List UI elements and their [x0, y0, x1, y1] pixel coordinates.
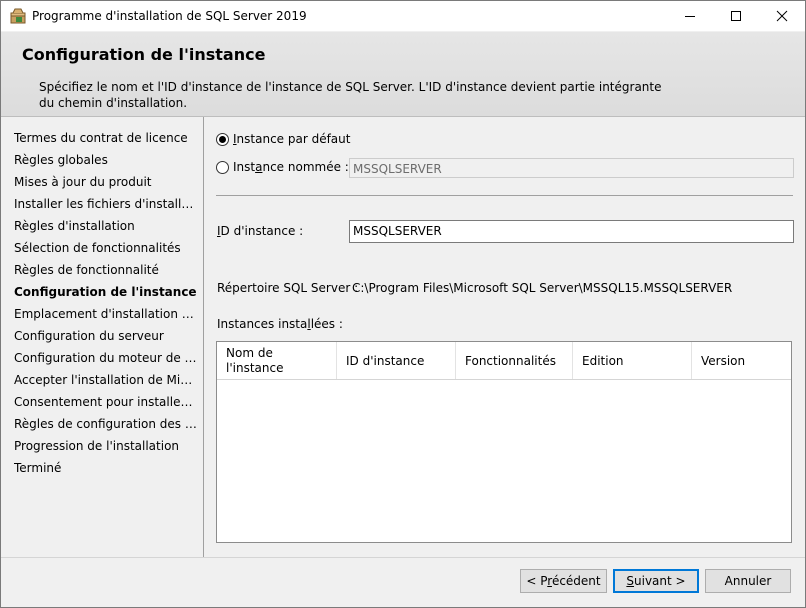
- minimize-icon: [685, 16, 695, 17]
- sidebar-item-instance-configuration[interactable]: Configuration de l'instance: [14, 285, 197, 299]
- instance-id-label: ID d'instance :: [217, 224, 303, 238]
- sidebar-item-install-progress[interactable]: Progression de l'installation: [14, 439, 197, 453]
- close-button[interactable]: [759, 1, 805, 31]
- named-instance-text-pre: Inst: [233, 160, 256, 174]
- column-header-instance-name[interactable]: Nom de l'instance: [217, 342, 337, 379]
- grid-header: Nom de l'instance ID d'instance Fonction…: [217, 342, 791, 380]
- column-header-edition-text: Edition: [582, 354, 624, 368]
- previous-text-pre: < P: [526, 574, 548, 588]
- page-header: Configuration de l'instance Spécifiez le…: [1, 32, 805, 117]
- default-instance-radio[interactable]: [216, 133, 229, 146]
- steps-sidebar: Termes du contrat de licence Règles glob…: [1, 117, 203, 557]
- installed-instances-text-rest: lées :: [310, 317, 343, 331]
- section-divider: [216, 195, 793, 196]
- next-text-rest: uivant >: [634, 574, 686, 588]
- sidebar-item-feature-selection[interactable]: Sélection de fonctionnalités: [14, 241, 197, 255]
- sidebar-item-python-consent[interactable]: Consentement pour installer Py...: [14, 395, 197, 409]
- installed-instances-grid[interactable]: Nom de l'instance ID d'instance Fonction…: [216, 341, 792, 543]
- page-description: Spécifiez le nom et l'ID d'instance de l…: [39, 80, 662, 110]
- previous-button[interactable]: < Précédent: [520, 569, 607, 593]
- close-icon: [776, 10, 788, 22]
- next-button[interactable]: Suivant >: [613, 569, 699, 593]
- column-header-version-text: Version: [701, 354, 746, 368]
- default-instance-text: nstance par défaut: [236, 132, 351, 146]
- column-header-features-text: Fonctionnalités: [465, 354, 556, 368]
- sidebar-item-product-updates[interactable]: Mises à jour du produit: [14, 175, 197, 189]
- named-instance-label[interactable]: Instance nommée :: [233, 160, 349, 174]
- column-header-instance-name-line1: Nom de: [226, 346, 273, 360]
- previous-text-rest: écédent: [551, 574, 601, 588]
- sidebar-item-install-rules[interactable]: Règles d'installation: [14, 219, 197, 233]
- column-header-instance-id-text: ID d'instance: [346, 354, 425, 368]
- sidebar-item-license-terms[interactable]: Termes du contrat de licence: [14, 131, 197, 145]
- window-title: Programme d'installation de SQL Server 2…: [32, 9, 307, 23]
- cancel-button[interactable]: Annuler: [705, 569, 791, 593]
- sql-server-directory-label: Répertoire SQL Server :: [217, 281, 359, 295]
- column-header-features[interactable]: Fonctionnalités: [456, 342, 573, 379]
- sidebar-item-accept-microsoft-install[interactable]: Accepter l'installation de Micro...: [14, 373, 197, 387]
- sidebar-item-install-location[interactable]: Emplacement d'installation de ...: [14, 307, 197, 321]
- minimize-button[interactable]: [667, 1, 713, 31]
- instance-configuration-panel: Instance par défaut Instance nommée : MS…: [204, 117, 805, 557]
- sidebar-item-feature-config-rules[interactable]: Règles de configuration des fo...: [14, 417, 197, 431]
- sql-setup-box-icon: [10, 8, 26, 24]
- column-header-instance-name-line2: l'instance: [226, 361, 284, 375]
- instance-id-text: D d'instance :: [220, 224, 304, 238]
- setup-window: Programme d'installation de SQL Server 2…: [0, 0, 806, 608]
- title-bar: Programme d'installation de SQL Server 2…: [1, 1, 805, 31]
- sidebar-item-global-rules[interactable]: Règles globales: [14, 153, 197, 167]
- column-header-instance-id[interactable]: ID d'instance: [337, 342, 456, 379]
- installed-instances-text-pre: Instances insta: [217, 317, 308, 331]
- named-instance-input[interactable]: MSSQLSERVER: [349, 158, 794, 178]
- sidebar-item-install-setup-files[interactable]: Installer les fichiers d'installation: [14, 197, 197, 211]
- sidebar-item-feature-rules[interactable]: Règles de fonctionnalité: [14, 263, 197, 277]
- sidebar-item-complete[interactable]: Terminé: [14, 461, 197, 475]
- named-instance-radio[interactable]: [216, 161, 229, 174]
- maximize-button[interactable]: [713, 1, 759, 31]
- column-header-edition[interactable]: Edition: [573, 342, 692, 379]
- maximize-icon: [731, 11, 741, 21]
- sidebar-item-server-configuration[interactable]: Configuration du serveur: [14, 329, 197, 343]
- sidebar-item-database-engine-configuration[interactable]: Configuration du moteur de ba...: [14, 351, 197, 365]
- instance-id-input[interactable]: MSSQLSERVER: [349, 220, 794, 243]
- column-header-version[interactable]: Version: [692, 342, 791, 379]
- footer-divider: [1, 557, 805, 558]
- default-instance-label[interactable]: Instance par défaut: [233, 132, 350, 146]
- installed-instances-label: Instances installées :: [217, 317, 343, 331]
- radio-selected-dot: [219, 136, 226, 143]
- next-accesskey: S: [626, 574, 635, 588]
- page-title: Configuration de l'instance: [22, 45, 266, 64]
- sql-server-directory-value: C:\Program Files\Microsoft SQL Server\MS…: [352, 281, 733, 295]
- named-instance-text-rest: nce nommée :: [262, 160, 349, 174]
